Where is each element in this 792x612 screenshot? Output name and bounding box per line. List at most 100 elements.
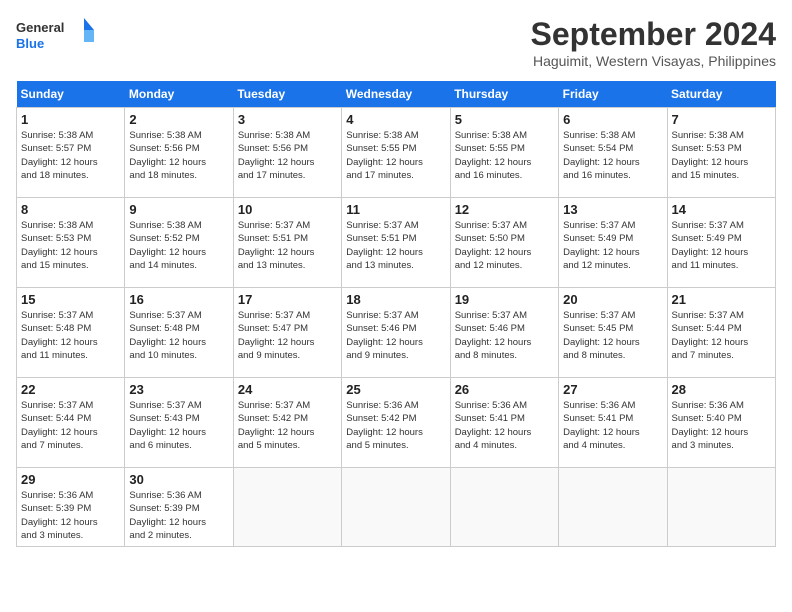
svg-text:Blue: Blue xyxy=(16,36,44,51)
calendar-week-row: 1Sunrise: 5:38 AM Sunset: 5:57 PM Daylig… xyxy=(17,108,776,198)
day-info: Sunrise: 5:36 AM Sunset: 5:40 PM Dayligh… xyxy=(672,399,771,452)
day-info: Sunrise: 5:37 AM Sunset: 5:42 PM Dayligh… xyxy=(238,399,337,452)
day-number: 7 xyxy=(672,112,771,127)
col-monday: Monday xyxy=(125,81,233,108)
day-info: Sunrise: 5:37 AM Sunset: 5:51 PM Dayligh… xyxy=(238,219,337,272)
day-number: 28 xyxy=(672,382,771,397)
month-title: September 2024 xyxy=(531,16,776,53)
day-number: 16 xyxy=(129,292,228,307)
table-row xyxy=(667,468,775,547)
day-info: Sunrise: 5:37 AM Sunset: 5:50 PM Dayligh… xyxy=(455,219,554,272)
calendar-week-row: 22Sunrise: 5:37 AM Sunset: 5:44 PM Dayli… xyxy=(17,378,776,468)
table-row: 24 Sunrise: 5:37 AM Sunset: 5:42 PM Dayli… xyxy=(233,378,341,468)
table-row: 26 Sunrise: 5:36 AM Sunset: 5:41 PM Dayli… xyxy=(450,378,558,468)
table-row: 8 Sunrise: 5:38 AM Sunset: 5:53 PM Daylig… xyxy=(17,198,125,288)
table-row: 16Sunrise: 5:37 AM Sunset: 5:48 PM Dayli… xyxy=(125,288,233,378)
table-row: 12 Sunrise: 5:37 AM Sunset: 5:50 PM Dayli… xyxy=(450,198,558,288)
table-row xyxy=(233,468,341,547)
table-row: 27 Sunrise: 5:36 AM Sunset: 5:41 PM Dayli… xyxy=(559,378,667,468)
day-number: 8 xyxy=(21,202,120,217)
day-number: 30 xyxy=(129,472,228,487)
calendar-week-row: 29 Sunrise: 5:36 AM Sunset: 5:39 PM Dayli… xyxy=(17,468,776,547)
day-info: Sunrise: 5:37 AM Sunset: 5:49 PM Dayligh… xyxy=(563,219,662,272)
day-number: 17 xyxy=(238,292,337,307)
col-saturday: Saturday xyxy=(667,81,775,108)
logo-svg: General Blue xyxy=(16,16,96,56)
col-wednesday: Wednesday xyxy=(342,81,450,108)
day-number: 29 xyxy=(21,472,120,487)
day-number: 24 xyxy=(238,382,337,397)
table-row xyxy=(342,468,450,547)
page-header: General Blue September 2024 Haguimit, We… xyxy=(16,16,776,69)
day-info: Sunrise: 5:37 AM Sunset: 5:45 PM Dayligh… xyxy=(563,309,662,362)
day-info: Sunrise: 5:38 AM Sunset: 5:55 PM Dayligh… xyxy=(455,129,554,182)
table-row: 23 Sunrise: 5:37 AM Sunset: 5:43 PM Dayli… xyxy=(125,378,233,468)
day-info: Sunrise: 5:36 AM Sunset: 5:41 PM Dayligh… xyxy=(455,399,554,452)
logo: General Blue xyxy=(16,16,96,56)
table-row: 22Sunrise: 5:37 AM Sunset: 5:44 PM Dayli… xyxy=(17,378,125,468)
calendar-week-row: 8 Sunrise: 5:38 AM Sunset: 5:53 PM Daylig… xyxy=(17,198,776,288)
day-info: Sunrise: 5:37 AM Sunset: 5:44 PM Dayligh… xyxy=(672,309,771,362)
table-row: 20 Sunrise: 5:37 AM Sunset: 5:45 PM Dayli… xyxy=(559,288,667,378)
day-info: Sunrise: 5:38 AM Sunset: 5:53 PM Dayligh… xyxy=(21,219,120,272)
day-info: Sunrise: 5:36 AM Sunset: 5:42 PM Dayligh… xyxy=(346,399,445,452)
table-row xyxy=(559,468,667,547)
day-info: Sunrise: 5:38 AM Sunset: 5:52 PM Dayligh… xyxy=(129,219,228,272)
day-number: 12 xyxy=(455,202,554,217)
day-number: 1 xyxy=(21,112,120,127)
svg-text:General: General xyxy=(16,20,64,35)
day-number: 20 xyxy=(563,292,662,307)
table-row: 3Sunrise: 5:38 AM Sunset: 5:56 PM Daylig… xyxy=(233,108,341,198)
day-info: Sunrise: 5:37 AM Sunset: 5:47 PM Dayligh… xyxy=(238,309,337,362)
table-row: 13Sunrise: 5:37 AM Sunset: 5:49 PM Dayli… xyxy=(559,198,667,288)
calendar-header-row: Sunday Monday Tuesday Wednesday Thursday… xyxy=(17,81,776,108)
day-number: 9 xyxy=(129,202,228,217)
table-row: 15 Sunrise: 5:37 AM Sunset: 5:48 PM Dayli… xyxy=(17,288,125,378)
day-number: 2 xyxy=(129,112,228,127)
table-row xyxy=(450,468,558,547)
day-number: 14 xyxy=(672,202,771,217)
table-row: 30 Sunrise: 5:36 AM Sunset: 5:39 PM Dayli… xyxy=(125,468,233,547)
day-number: 6 xyxy=(563,112,662,127)
day-info: Sunrise: 5:36 AM Sunset: 5:39 PM Dayligh… xyxy=(21,489,120,542)
day-info: Sunrise: 5:38 AM Sunset: 5:56 PM Dayligh… xyxy=(129,129,228,182)
day-info: Sunrise: 5:36 AM Sunset: 5:39 PM Dayligh… xyxy=(129,489,228,542)
day-info: Sunrise: 5:36 AM Sunset: 5:41 PM Dayligh… xyxy=(563,399,662,452)
calendar-table: Sunday Monday Tuesday Wednesday Thursday… xyxy=(16,81,776,547)
col-sunday: Sunday xyxy=(17,81,125,108)
day-info: Sunrise: 5:37 AM Sunset: 5:43 PM Dayligh… xyxy=(129,399,228,452)
day-info: Sunrise: 5:38 AM Sunset: 5:53 PM Dayligh… xyxy=(672,129,771,182)
table-row: 7 Sunrise: 5:38 AM Sunset: 5:53 PM Daylig… xyxy=(667,108,775,198)
day-number: 26 xyxy=(455,382,554,397)
day-info: Sunrise: 5:38 AM Sunset: 5:54 PM Dayligh… xyxy=(563,129,662,182)
day-info: Sunrise: 5:37 AM Sunset: 5:46 PM Dayligh… xyxy=(455,309,554,362)
table-row: 4Sunrise: 5:38 AM Sunset: 5:55 PM Daylig… xyxy=(342,108,450,198)
day-number: 15 xyxy=(21,292,120,307)
day-number: 21 xyxy=(672,292,771,307)
day-number: 23 xyxy=(129,382,228,397)
table-row: 5 Sunrise: 5:38 AM Sunset: 5:55 PM Daylig… xyxy=(450,108,558,198)
day-number: 5 xyxy=(455,112,554,127)
calendar-week-row: 15 Sunrise: 5:37 AM Sunset: 5:48 PM Dayli… xyxy=(17,288,776,378)
table-row: 28 Sunrise: 5:36 AM Sunset: 5:40 PM Dayli… xyxy=(667,378,775,468)
title-area: September 2024 Haguimit, Western Visayas… xyxy=(531,16,776,69)
day-number: 27 xyxy=(563,382,662,397)
day-number: 3 xyxy=(238,112,337,127)
table-row: 19 Sunrise: 5:37 AM Sunset: 5:46 PM Dayli… xyxy=(450,288,558,378)
day-info: Sunrise: 5:38 AM Sunset: 5:55 PM Dayligh… xyxy=(346,129,445,182)
table-row: 17 Sunrise: 5:37 AM Sunset: 5:47 PM Dayli… xyxy=(233,288,341,378)
day-info: Sunrise: 5:37 AM Sunset: 5:49 PM Dayligh… xyxy=(672,219,771,272)
table-row: 10Sunrise: 5:37 AM Sunset: 5:51 PM Dayli… xyxy=(233,198,341,288)
table-row: 14 Sunrise: 5:37 AM Sunset: 5:49 PM Dayli… xyxy=(667,198,775,288)
day-number: 22 xyxy=(21,382,120,397)
table-row: 18Sunrise: 5:37 AM Sunset: 5:46 PM Dayli… xyxy=(342,288,450,378)
table-row: 1Sunrise: 5:38 AM Sunset: 5:57 PM Daylig… xyxy=(17,108,125,198)
day-number: 11 xyxy=(346,202,445,217)
table-row: 9 Sunrise: 5:38 AM Sunset: 5:52 PM Daylig… xyxy=(125,198,233,288)
col-tuesday: Tuesday xyxy=(233,81,341,108)
day-number: 19 xyxy=(455,292,554,307)
table-row: 2 Sunrise: 5:38 AM Sunset: 5:56 PM Daylig… xyxy=(125,108,233,198)
day-info: Sunrise: 5:37 AM Sunset: 5:48 PM Dayligh… xyxy=(21,309,120,362)
table-row: 29 Sunrise: 5:36 AM Sunset: 5:39 PM Dayli… xyxy=(17,468,125,547)
table-row: 6 Sunrise: 5:38 AM Sunset: 5:54 PM Daylig… xyxy=(559,108,667,198)
